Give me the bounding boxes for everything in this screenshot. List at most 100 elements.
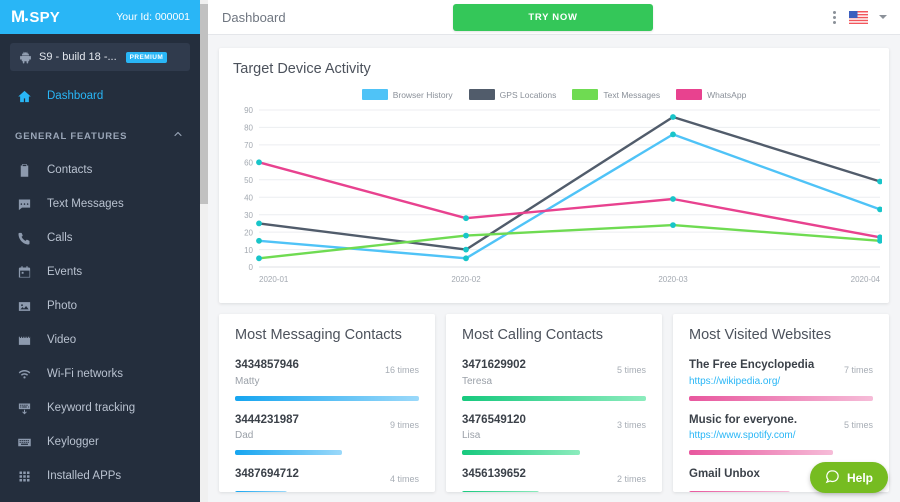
list-item-count: 5 times (616, 365, 646, 375)
list-item-text: 3456139652 (462, 467, 617, 483)
sidebar-item-text-messages[interactable]: Text Messages (0, 187, 200, 221)
sidebar-item-keylogger[interactable]: Keylogger (0, 425, 200, 459)
list-item[interactable]: The Free Encyclopedia https://wikipedia.o… (689, 358, 873, 401)
list-item-count: 7 times (843, 365, 873, 375)
list-item[interactable]: 3471629902 Teresa 5 times (462, 358, 646, 401)
list-item-header: 3471629902 Teresa 5 times (462, 358, 646, 389)
try-now-button[interactable]: TRY NOW (453, 4, 653, 31)
card-title: Most Calling Contacts (462, 327, 604, 343)
list-item-text: Music for everyone. https://www.spotify.c… (689, 413, 844, 444)
sidebar-item-keyword-tracking[interactable]: Keyword tracking (0, 391, 200, 425)
list-item[interactable]: 3456139652 2 times (462, 467, 646, 492)
legend-item-browser-history[interactable]: Browser History (361, 89, 453, 100)
help-button[interactable]: Help (809, 462, 888, 493)
list-item-subtitle[interactable]: https://www.spotify.com/ (689, 428, 844, 443)
card-title: Most Messaging Contacts (235, 327, 402, 343)
legend-swatch (676, 89, 703, 100)
list-item-subtitle: Matty (235, 375, 260, 387)
sidebar-item-calls[interactable]: Calls (0, 221, 200, 255)
svg-text:10: 10 (244, 246, 253, 255)
list-item-header: The Free Encyclopedia https://wikipedia.o… (689, 358, 873, 389)
target-device-activity-card: Target Device Activity Browser History GP… (219, 48, 889, 303)
svg-text:40: 40 (244, 193, 253, 202)
list-item[interactable]: 3487694712 4 times (235, 467, 419, 492)
sidebar-item-events[interactable]: Events (0, 255, 200, 289)
list-item-progress-bar (235, 450, 342, 456)
list-item-title: 3434857946 (235, 359, 299, 371)
device-name: S9 - build 18 -... (39, 51, 117, 63)
legend-label: Browser History (392, 89, 453, 100)
more-vertical-icon[interactable] (831, 9, 838, 26)
legend-item-text-messages[interactable]: Text Messages (572, 89, 660, 100)
sidebar-item-contacts[interactable]: Contacts (0, 153, 200, 187)
topbar-right-controls (831, 9, 887, 26)
list-item-text: 3444231987 Dad (235, 413, 390, 444)
svg-text:70: 70 (244, 141, 253, 150)
chevron-down-icon[interactable] (879, 15, 887, 19)
page-title: Dashboard (222, 9, 286, 25)
main-area: Dashboard TRY NOW Target Device Activity… (208, 0, 900, 502)
svg-text:80: 80 (244, 124, 253, 133)
list-item-text: 3487694712 (235, 467, 390, 483)
brand-bar: M SPY Your Id: 000001 (0, 0, 200, 34)
list-item-count: 5 times (843, 419, 873, 430)
list-item-header: 3434857946 Matty 16 times (235, 358, 419, 389)
list-item-subtitle[interactable]: https://wikipedia.org/ (689, 374, 844, 389)
sidebar-scrollbar[interactable] (200, 0, 208, 502)
sidebar-item-label: Keyword tracking (47, 402, 136, 414)
list-item-title: Music for everyone. (689, 413, 798, 426)
list-item[interactable]: 3476549120 Lisa 3 times (462, 413, 646, 456)
legend-swatch (572, 89, 599, 100)
sidebar-item-label: Photo (47, 300, 78, 312)
help-button-label: Help (846, 470, 873, 485)
list-item-header: 3476549120 Lisa 3 times (462, 413, 646, 444)
legend-swatch (361, 89, 388, 100)
legend-item-whatsapp[interactable]: WhatsApp (676, 89, 746, 100)
legend-label: GPS Locations (499, 89, 557, 100)
summary-cards-row: Most Messaging Contacts 3434857946 Matty 16… (219, 314, 889, 492)
sidebar-item-video[interactable]: Video (0, 323, 200, 357)
sidebar-item-wi-fi-networks[interactable]: Wi-Fi networks (0, 357, 200, 391)
chart-legend: Browser History GPS Locations Text Message… (233, 89, 875, 100)
sidebar-item-label-dashboard: Dashboard (47, 90, 104, 102)
sidebar-item-label: Calls (47, 232, 73, 244)
list-item-header: 3444231987 Dad 9 times (235, 413, 419, 444)
sidebar-item-label: Installed APPs (47, 470, 122, 482)
scrollbar-thumb[interactable] (200, 4, 208, 204)
keyword-icon (15, 401, 33, 416)
legend-label: Text Messages (603, 89, 661, 100)
legend-label: WhatsApp (707, 89, 747, 100)
svg-text:50: 50 (244, 176, 253, 185)
phone-icon (15, 231, 33, 246)
chat-bubble-icon (825, 469, 840, 487)
content-area: Target Device Activity Browser History GP… (208, 35, 900, 492)
legend-item-gps-locations[interactable]: GPS Locations (468, 89, 557, 100)
svg-text:2020-02: 2020-02 (451, 275, 481, 284)
list-item-progress-bar (689, 491, 791, 492)
premium-badge: PREMIUM (125, 51, 168, 63)
list-item[interactable]: Music for everyone. https://www.spotify.c… (689, 413, 873, 456)
card-title: Most Visited Websites (689, 327, 832, 343)
list-item-progress-bar (462, 395, 646, 401)
device-selector[interactable]: S9 - build 18 -... PREMIUM (10, 43, 190, 71)
svg-text:60: 60 (244, 159, 253, 168)
sidebar-nav-list: Contacts Text Messages Calls Events Photo Vid… (0, 153, 200, 493)
home-icon (15, 89, 33, 104)
sidebar-item-label: Events (47, 266, 83, 278)
chevron-up-icon[interactable] (172, 127, 184, 145)
mspy-logo[interactable]: M SPY (11, 7, 60, 27)
sidebar-item-dashboard[interactable]: Dashboard (0, 79, 200, 113)
list-item-title: The Free Encyclopedia (689, 359, 815, 371)
sidebar-item-label: Keylogger (47, 436, 99, 448)
list-item-header: 3456139652 2 times (462, 467, 646, 484)
sidebar-item-installed-apps[interactable]: Installed APPs (0, 459, 200, 493)
topbar: Dashboard TRY NOW (208, 0, 900, 35)
android-icon (19, 51, 32, 64)
us-flag-icon[interactable] (849, 10, 868, 24)
general-features-header[interactable]: GENERAL FEATURES (0, 113, 200, 153)
list-item[interactable]: 3444231987 Dad 9 times (235, 413, 419, 456)
list-item[interactable]: 3434857946 Matty 16 times (235, 358, 419, 401)
list-item-title: 3444231987 (235, 413, 299, 426)
contacts-icon (15, 163, 33, 178)
sidebar-item-photo[interactable]: Photo (0, 289, 200, 323)
